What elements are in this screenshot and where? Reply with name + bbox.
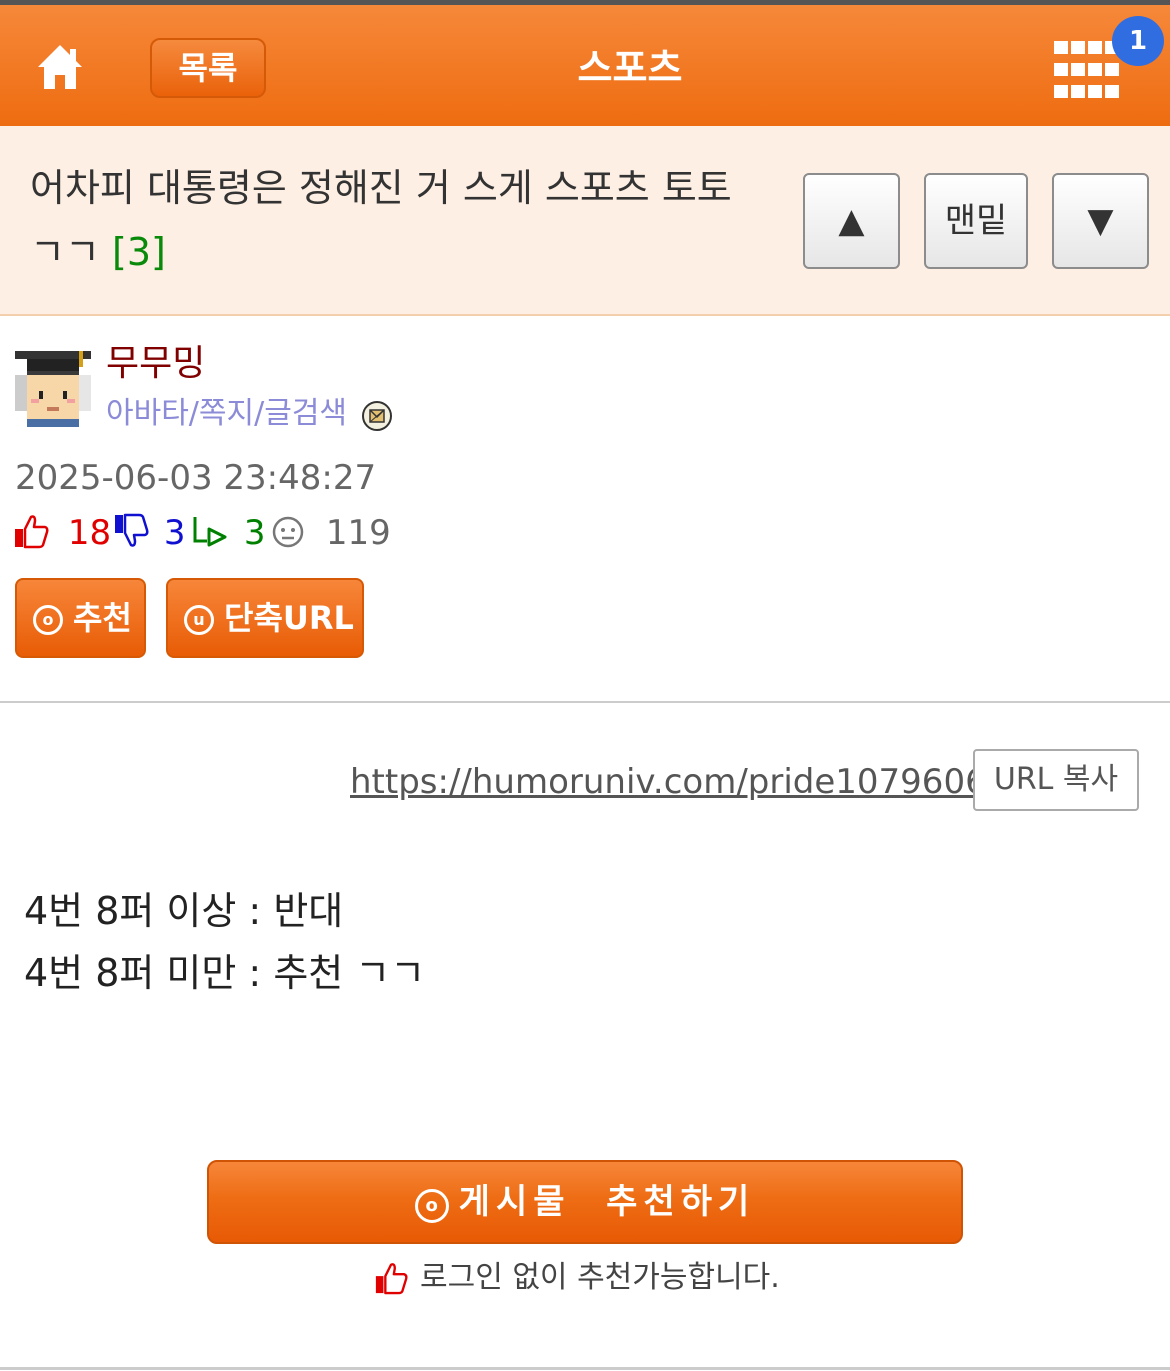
no-login-notice: 로그인 없이 추천가능합니다. <box>374 1256 780 1300</box>
post-url-link[interactable]: https://humoruniv.com/pride1079606 <box>350 760 987 804</box>
divider <box>0 701 1170 703</box>
divider <box>0 1367 1170 1370</box>
thumbs-up-icon <box>375 1263 408 1295</box>
recommend-post-button-label: 게시물 추천하기 <box>458 1182 756 1222</box>
page-title: 스포츠 <box>577 46 683 90</box>
thumbs-up-icon <box>15 515 49 549</box>
no-login-text: 로그인 없이 추천가능합니다. <box>420 1260 780 1295</box>
scroll-bottom-button[interactable]: 맨밑 <box>924 173 1028 269</box>
avatar[interactable] <box>15 351 91 427</box>
url-copy-button[interactable]: URL 복사 <box>973 749 1139 811</box>
author-links[interactable]: 아바타/쪽지/글검색 <box>106 394 347 434</box>
top-bar: 목록 스포츠 1 <box>0 0 1170 126</box>
post-title-bar: 어차피 대통령은 정해진 거 스게 스포츠 토토 ㄱㄱ [3] ▲ 맨밑 ▼ <box>0 126 1170 316</box>
post-body-line: 4번 8퍼 미만 : 추천 ㄱㄱ <box>24 951 426 995</box>
recommend-button[interactable]: o 추천 <box>15 578 146 658</box>
view-stat: 119 <box>271 512 391 554</box>
like-stat: 18 <box>13 512 111 554</box>
post-body: 4번 8퍼 이상 : 반대 4번 8퍼 미만 : 추천 ㄱㄱ <box>24 880 425 1004</box>
list-button[interactable]: 목록 <box>150 38 266 98</box>
mail-icon[interactable] <box>361 400 393 432</box>
view-count-icon <box>272 516 304 548</box>
scroll-up-button[interactable]: ▲ <box>803 173 900 269</box>
dislike-count: 3 <box>163 513 186 553</box>
scroll-down-button[interactable]: ▼ <box>1052 173 1149 269</box>
home-icon[interactable] <box>36 41 84 91</box>
short-url-button[interactable]: u 단축URL <box>166 578 364 658</box>
short-url-ring-icon: u <box>184 605 214 635</box>
post-title: 어차피 대통령은 정해진 거 스게 스포츠 토토 ㄱㄱ [3] <box>30 156 750 284</box>
post-datetime: 2025-06-03 23:48:27 <box>15 458 377 498</box>
reply-count: 3 <box>243 513 266 553</box>
author-nickname[interactable]: 무무밍 <box>106 344 205 384</box>
view-count: 119 <box>325 513 391 553</box>
notification-badge[interactable]: 1 <box>1112 16 1164 66</box>
author-section: 무무밍 아바타/쪽지/글검색 2025-06-03 23:48:27 18 3 <box>0 316 1170 702</box>
like-count: 18 <box>67 513 112 553</box>
recommend-button-label: 추천 <box>73 599 132 637</box>
reply-icon <box>193 517 227 547</box>
comment-count[interactable]: [3] <box>112 230 166 274</box>
recommend-ring-icon: o <box>33 605 63 635</box>
thumbs-down-icon <box>115 513 149 547</box>
recommend-post-ring-icon: o <box>414 1189 449 1223</box>
grid-menu-icon[interactable] <box>1054 41 1119 99</box>
post-body-line: 4번 8퍼 이상 : 반대 <box>24 889 344 933</box>
recommend-post-button[interactable]: o 게시물 추천하기 <box>207 1160 963 1244</box>
dislike-stat: 3 <box>113 512 185 554</box>
reply-stat: 3 <box>191 512 265 554</box>
short-url-button-label: 단축URL <box>224 599 354 637</box>
